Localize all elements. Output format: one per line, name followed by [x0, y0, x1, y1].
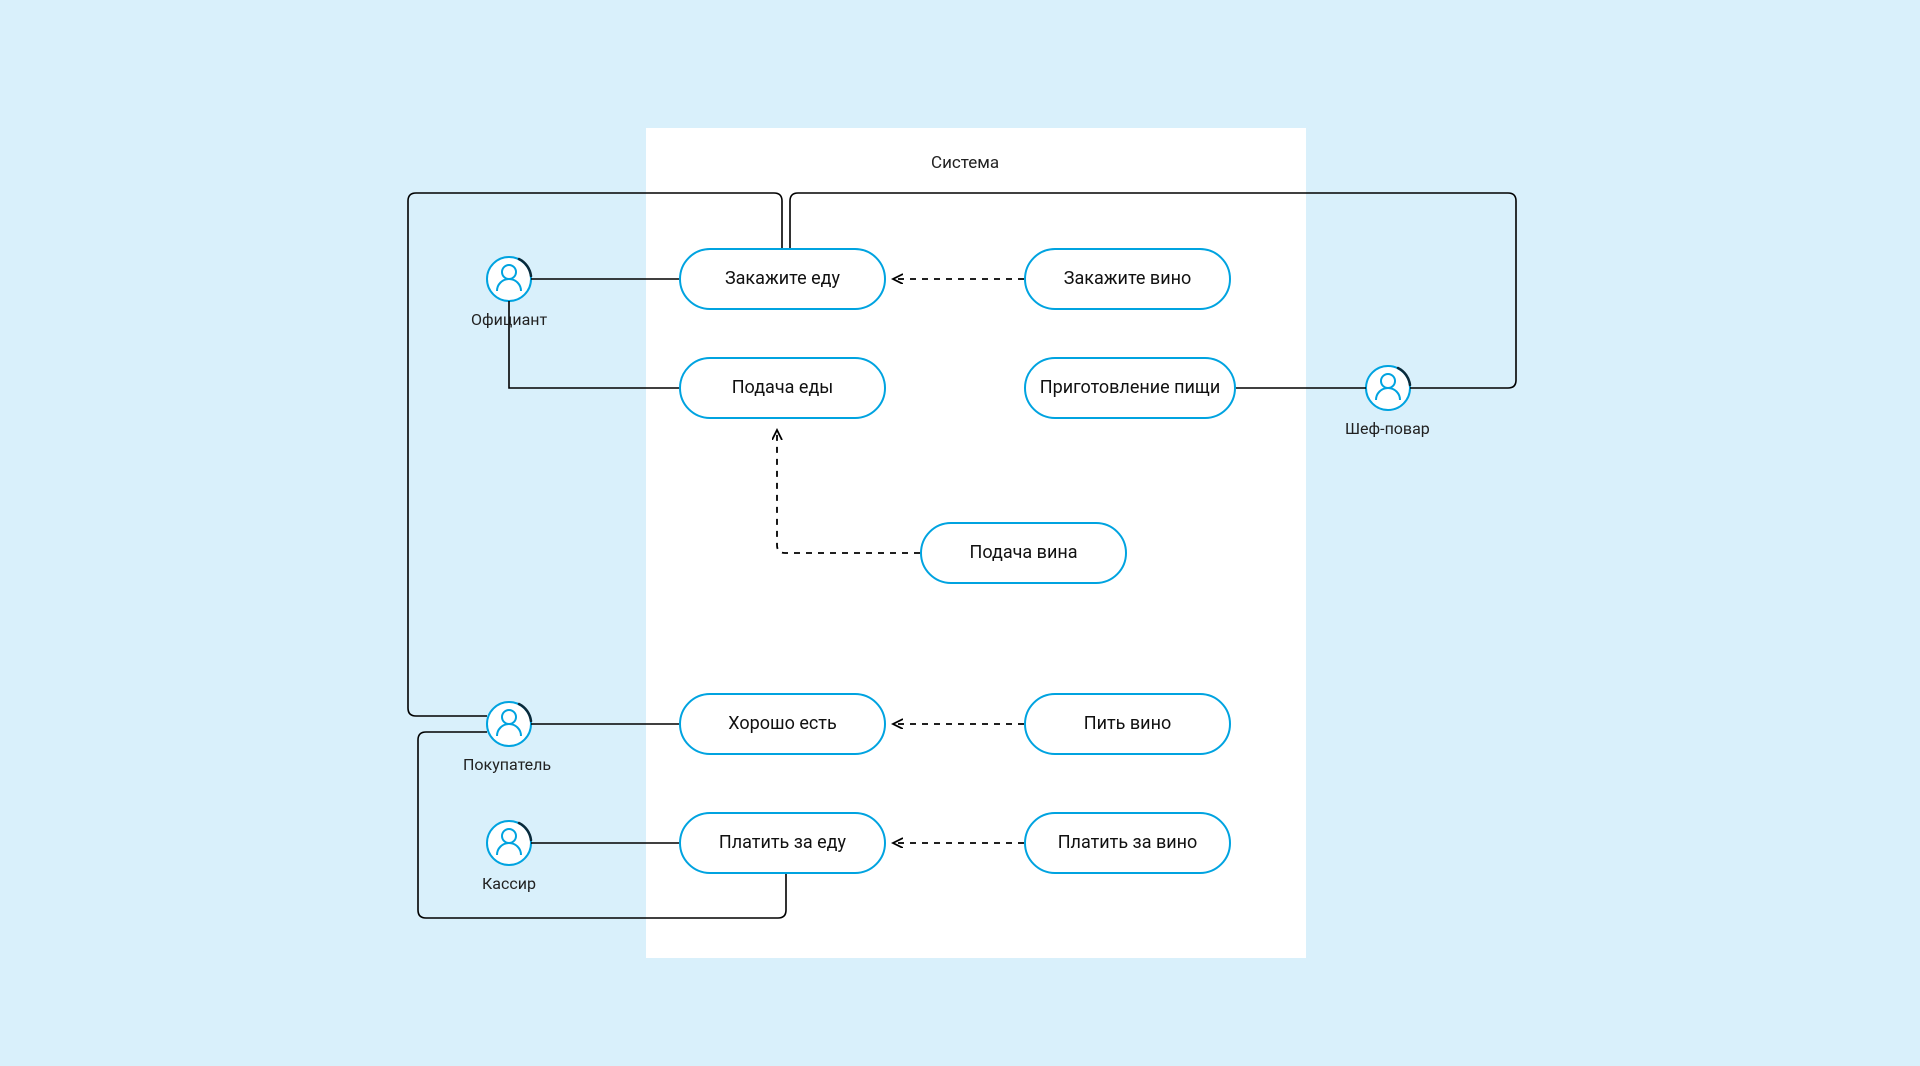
system-title: Система	[931, 153, 999, 173]
usecase-pay-wine[interactable]: Платить за вино	[1024, 812, 1231, 874]
usecase-drink-wine[interactable]: Пить вино	[1024, 693, 1231, 755]
usecase-cook-food[interactable]: Приготовление пищи	[1024, 357, 1236, 419]
usecase-order-food[interactable]: Закажите еду	[679, 248, 886, 310]
diagram-frame: Система	[201, 98, 1719, 968]
usecase-order-wine[interactable]: Закажите вино	[1024, 248, 1231, 310]
usecase-serve-food[interactable]: Подача еды	[679, 357, 886, 419]
actor-cashier-icon	[487, 821, 531, 865]
usecase-eat-food[interactable]: Хорошо есть	[679, 693, 886, 755]
actor-customer-icon	[487, 702, 531, 746]
usecase-serve-wine[interactable]: Подача вина	[920, 522, 1127, 584]
actor-waiter-label: Официант	[471, 310, 547, 329]
usecase-pay-food[interactable]: Платить за еду	[679, 812, 886, 874]
actor-waiter-icon	[487, 257, 531, 301]
actor-chef-label: Шеф-повар	[1345, 419, 1430, 438]
actor-chef-icon	[1366, 366, 1410, 410]
actor-customer-label: Покупатель	[463, 755, 551, 774]
actor-cashier-label: Кассир	[482, 874, 536, 893]
